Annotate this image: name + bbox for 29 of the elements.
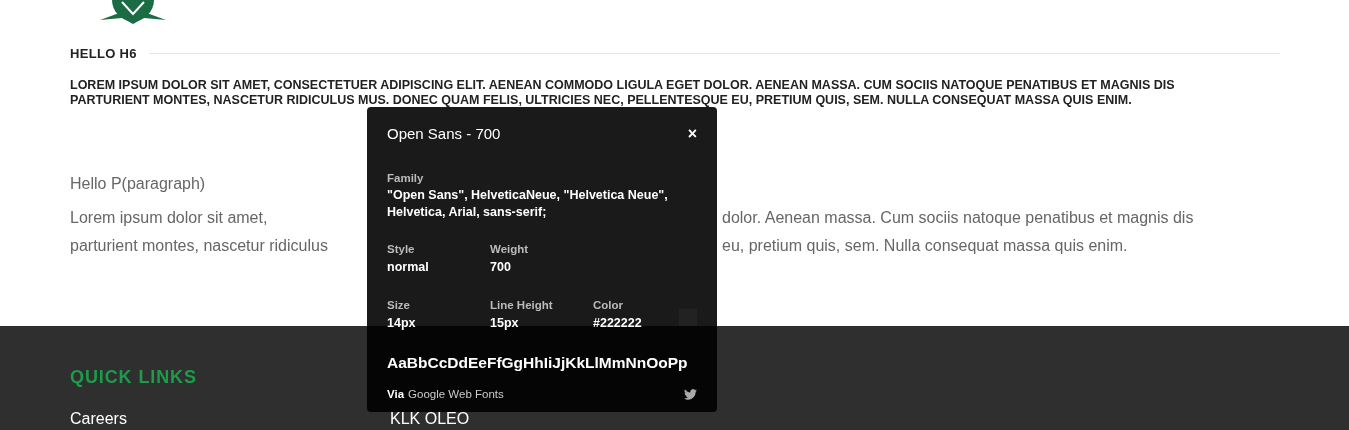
field-label: Line Height xyxy=(490,297,553,313)
section-heading: HELLO H6 xyxy=(70,45,137,63)
logo-icon xyxy=(100,0,166,24)
field-value: 15px xyxy=(490,315,519,332)
footer-link[interactable]: Careers xyxy=(70,410,127,428)
paragraph-text: Lorem ipsum dolor sit amet, xyxy=(70,207,268,228)
footer-heading: QUICK LINKS xyxy=(70,366,197,386)
paragraph-text: parturient montes, nascetur ridiculus xyxy=(70,235,328,256)
footer-link[interactable]: KLK OLEO xyxy=(390,410,470,428)
font-sample: AaBbCcDdEeFfGgHhIiJjKkLlMmNnOoPp xyxy=(387,352,688,373)
uppercase-paragraph: LOREM IPSUM DOLOR SIT AMET, CONSECTETUER ADIPISCING ELIT. AENEAN COMMODO LIGULA EGET DOLOR. AENEAN MASSA. CUM SOCIIS NATOQUE PENATIBUS ET MAGNIS DIS PARTURIENT MONTES, NASCETUR RIDICULUS MUS. DONEC QUAM FELIS, ULTRICIES NEC, PELLENTESQUE EU, PRETIUM QUIS, SEM. NULLA CONSEQUAT MASSA QUIS ENIM. xyxy=(70,77,1176,108)
paragraph-heading: Hello P(paragraph) xyxy=(70,173,206,194)
bird-icon[interactable] xyxy=(684,389,697,401)
paragraph-text: dolor. Aenean massa. Cum sociis natoque penatibus et magnis dis xyxy=(722,207,1194,228)
field-value: "Open Sans", HelveticaNeue, "Helvetica Neue", Helvetica, Arial, sans-serif; xyxy=(387,186,669,221)
field-value: normal xyxy=(387,259,429,276)
field-label: Style xyxy=(387,241,415,257)
field-label: Size xyxy=(387,297,410,313)
popup-title: Open Sans - 700 xyxy=(387,124,501,144)
field-value: 14px xyxy=(387,315,416,332)
source-link[interactable]: Google Web Fonts xyxy=(408,386,504,404)
via-label: Via xyxy=(387,387,405,402)
field-label: Family xyxy=(387,170,424,186)
field-label: Weight xyxy=(490,241,529,257)
field-value: #222222 xyxy=(593,315,642,332)
paragraph-text: eu, pretium quis, sem. Nulla consequat massa quis enim. xyxy=(722,235,1128,256)
field-value: 700 xyxy=(490,259,511,276)
close-button[interactable]: × xyxy=(687,126,697,143)
field-label: Color xyxy=(593,297,624,313)
